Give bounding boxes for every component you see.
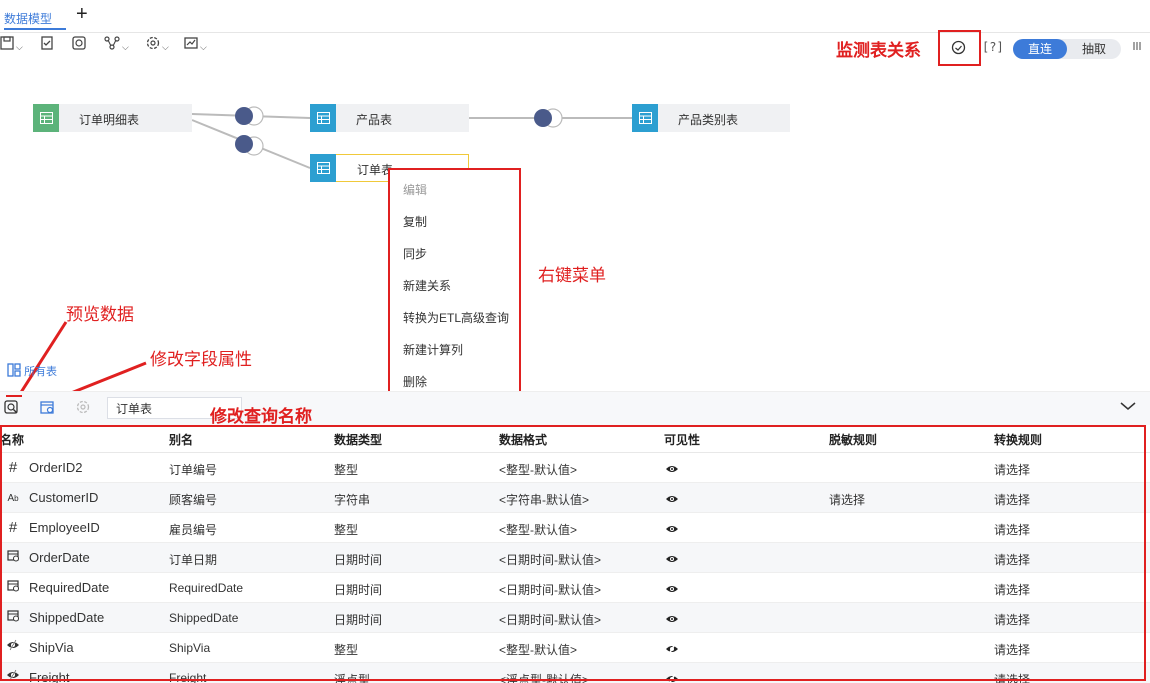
gear-icon[interactable] <box>76 400 90 417</box>
table-icon <box>310 104 336 132</box>
table-node-label: 产品类别表 <box>678 113 739 127</box>
table-node-product-category[interactable]: 产品类别表 <box>632 104 790 132</box>
table-node-product[interactable]: 产品表 <box>310 104 469 132</box>
annotation-query-name: 修改查询名称 <box>210 407 312 427</box>
highlight-context-menu-box <box>388 168 521 427</box>
field-properties-icon[interactable] <box>40 400 55 418</box>
table-node-label: 产品表 <box>356 113 393 127</box>
preview-data-icon[interactable] <box>4 400 19 418</box>
annotation-arrows <box>16 321 147 401</box>
annotation-context-menu: 右键菜单 <box>538 266 606 285</box>
chevron-down-icon[interactable] <box>1120 398 1136 414</box>
table-icon <box>310 154 336 182</box>
highlight-field-table-box <box>0 425 1146 681</box>
all-tables-label: 所有表 <box>24 366 58 378</box>
highlight-preview-mark <box>6 395 22 397</box>
table-icon <box>632 104 658 132</box>
field-panel-toolbar <box>0 391 1150 425</box>
join-icon-3 <box>534 108 563 128</box>
grid-icon <box>7 363 24 378</box>
all-tables-link[interactable]: 所有表 <box>7 363 57 379</box>
